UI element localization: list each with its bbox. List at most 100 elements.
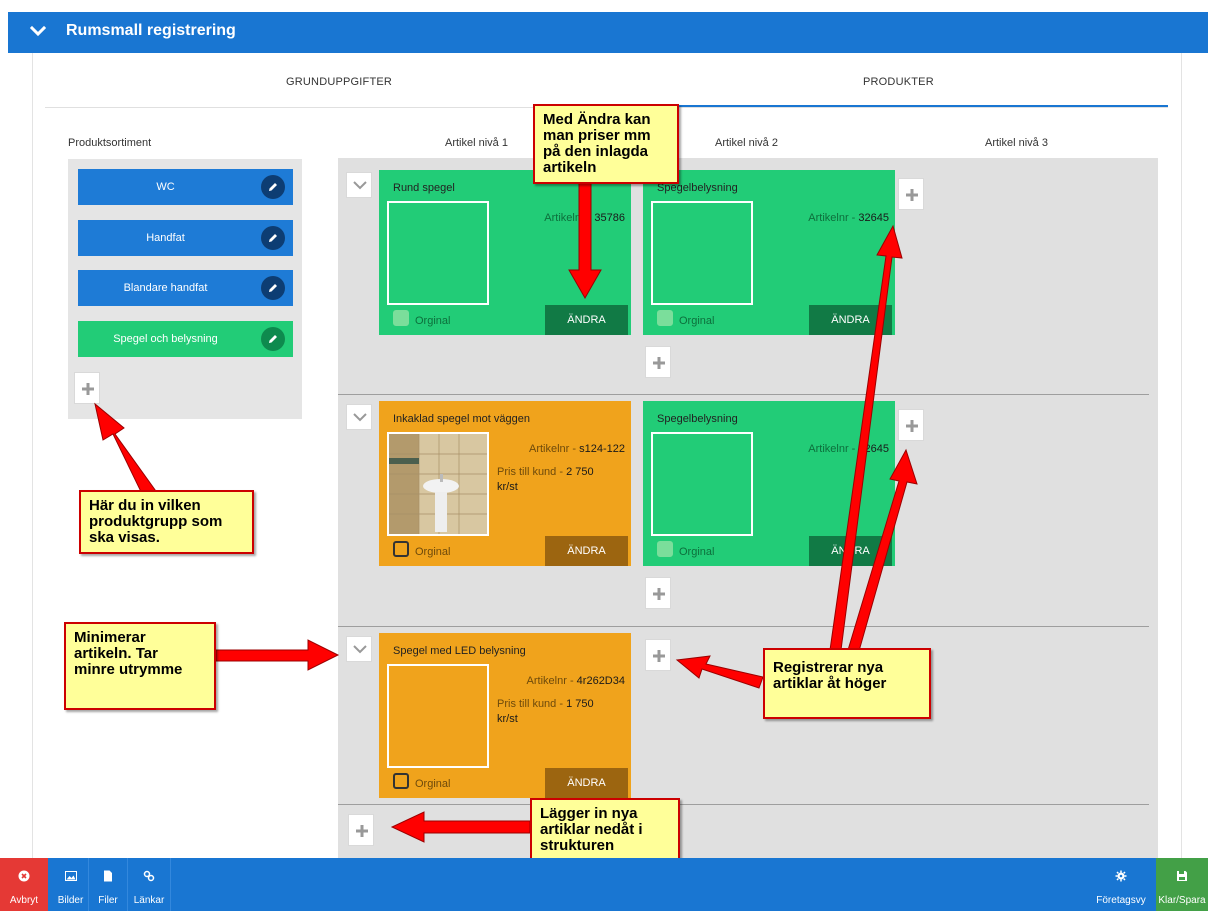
pencil-icon[interactable] <box>261 276 285 300</box>
original-checkbox[interactable] <box>393 773 409 789</box>
category-label: WC <box>156 181 175 193</box>
article-number: Artikelnr - 35786 <box>544 212 625 224</box>
column-header-level2: Artikel nivå 2 <box>715 137 778 149</box>
arrow-to-collapse <box>215 639 340 671</box>
chevron-down-icon <box>353 181 367 190</box>
category-label: Blandare handfat <box>123 282 208 294</box>
article-price: Pris till kund - 1 750 kr/st <box>497 698 594 725</box>
article-image <box>387 664 489 768</box>
panel-border-right <box>1181 53 1182 858</box>
article-photo <box>387 432 489 536</box>
plus-icon <box>906 420 918 432</box>
edit-article-button[interactable]: ÄNDRA <box>545 305 628 335</box>
edit-article-button[interactable]: ÄNDRA <box>809 536 892 566</box>
plus-icon <box>906 189 918 201</box>
category-button-handfat[interactable]: Handfat <box>78 220 293 256</box>
article-card: Spegelbelysning Artikelnr - 32645 Orgina… <box>643 401 895 566</box>
article-card: Spegel med LED belysning Artikelnr - 4r2… <box>379 633 631 798</box>
section-title: Rumsmall registrering <box>66 22 236 39</box>
edit-article-button[interactable]: ÄNDRA <box>545 536 628 566</box>
section-header[interactable]: Rumsmall registrering <box>8 12 1208 53</box>
article-title: Spegelbelysning <box>657 413 738 425</box>
link-icon <box>143 870 155 882</box>
column-header-sortiment: Produktsortiment <box>68 137 152 149</box>
done-save-button[interactable]: Klar/Spara <box>1156 858 1208 911</box>
chevron-down-icon <box>353 413 367 422</box>
gear-icon <box>1115 870 1127 882</box>
callout-edit: Med Ändra kan man priser mm på den inlagda… <box>533 104 679 184</box>
article-title: Inkaklad spegel mot väggen <box>393 413 530 425</box>
cancel-button[interactable]: Avbryt <box>0 858 48 911</box>
company-view-button[interactable]: Företagsvy <box>1094 858 1148 911</box>
add-category-button[interactable] <box>74 372 100 404</box>
pencil-icon[interactable] <box>261 327 285 351</box>
plus-icon <box>356 825 368 837</box>
original-checkbox[interactable] <box>657 310 673 326</box>
plus-icon <box>653 650 665 662</box>
add-article-below-button[interactable] <box>645 577 671 609</box>
column-header-level1: Artikel nivå 1 <box>445 137 508 149</box>
original-label: Orginal <box>415 315 451 327</box>
article-number: Artikelnr - s124-122 <box>529 443 625 455</box>
tab-grunduppgifter[interactable]: GRUNDUPPGIFTER <box>286 76 392 88</box>
category-label: Handfat <box>146 232 185 244</box>
callout-register-right: Registrerar nya artiklar åt höger <box>763 648 931 719</box>
tab-produkter[interactable]: PRODUKTER <box>863 76 934 88</box>
edit-article-button[interactable]: ÄNDRA <box>809 305 892 335</box>
callout-minimize: Minimerar artikeln. Tar minre utrymme <box>64 622 216 710</box>
pencil-icon[interactable] <box>261 226 285 250</box>
image-icon <box>64 871 77 881</box>
pencil-icon[interactable] <box>261 175 285 199</box>
category-button-wc[interactable]: WC <box>78 169 293 205</box>
collapse-article-button[interactable] <box>346 404 372 430</box>
chevron-down-icon <box>30 25 46 37</box>
add-article-right-button[interactable] <box>898 409 924 441</box>
original-label: Orginal <box>415 778 451 790</box>
row-divider <box>338 394 1149 395</box>
add-article-below-button[interactable] <box>645 346 671 378</box>
plus-icon <box>82 383 94 395</box>
row-divider <box>338 804 1149 805</box>
category-label: Spegel och belysning <box>113 333 218 345</box>
add-article-below-button[interactable] <box>348 814 374 846</box>
panel-border-left <box>32 53 33 858</box>
article-image <box>651 201 753 305</box>
original-label: Orginal <box>679 546 715 558</box>
close-circle-icon <box>18 870 30 882</box>
add-article-right-button[interactable] <box>898 178 924 210</box>
bathroom-sink-image <box>389 434 487 534</box>
collapse-article-button[interactable] <box>346 172 372 198</box>
article-title: Spegel med LED belysning <box>393 645 526 657</box>
tab-active-indicator <box>620 105 1168 107</box>
plus-icon <box>653 588 665 600</box>
row-divider <box>338 626 1149 627</box>
category-button-spegel-och-belysning[interactable]: Spegel och belysning <box>78 321 293 357</box>
article-price: Pris till kund - 2 750 kr/st <box>497 466 594 493</box>
original-checkbox[interactable] <box>393 541 409 557</box>
article-title: Rund spegel <box>393 182 455 194</box>
category-button-blandare-handfat[interactable]: Blandare handfat <box>78 270 293 306</box>
file-icon <box>104 870 112 882</box>
footer-toolbar: Avbryt Bilder Filer Länkar Företagsvy Kl… <box>0 858 1208 911</box>
article-card: Inkaklad spegel mot väggen Artikelnr - s… <box>379 401 631 566</box>
column-header-level3: Artikel nivå 3 <box>985 137 1048 149</box>
chevron-down-icon <box>353 645 367 654</box>
plus-icon <box>653 357 665 369</box>
article-number: Artikelnr - 32645 <box>808 443 889 455</box>
callout-product-group: Här du in vilken produktgrupp som ska visa… <box>79 490 254 554</box>
collapse-article-button[interactable] <box>346 636 372 662</box>
original-label: Orginal <box>415 546 451 558</box>
original-checkbox[interactable] <box>657 541 673 557</box>
original-checkbox[interactable] <box>393 310 409 326</box>
images-button[interactable]: Bilder <box>53 858 89 911</box>
article-number: Artikelnr - 32645 <box>808 212 889 224</box>
article-number: Artikelnr - 4r262D34 <box>526 675 625 687</box>
article-image <box>651 432 753 536</box>
add-article-right-button[interactable] <box>645 639 671 671</box>
article-image <box>387 201 489 305</box>
original-label: Orginal <box>679 315 715 327</box>
links-button[interactable]: Länkar <box>128 858 171 911</box>
article-card: Spegelbelysning Artikelnr - 32645 Orgina… <box>643 170 895 335</box>
files-button[interactable]: Filer <box>89 858 128 911</box>
edit-article-button[interactable]: ÄNDRA <box>545 768 628 798</box>
